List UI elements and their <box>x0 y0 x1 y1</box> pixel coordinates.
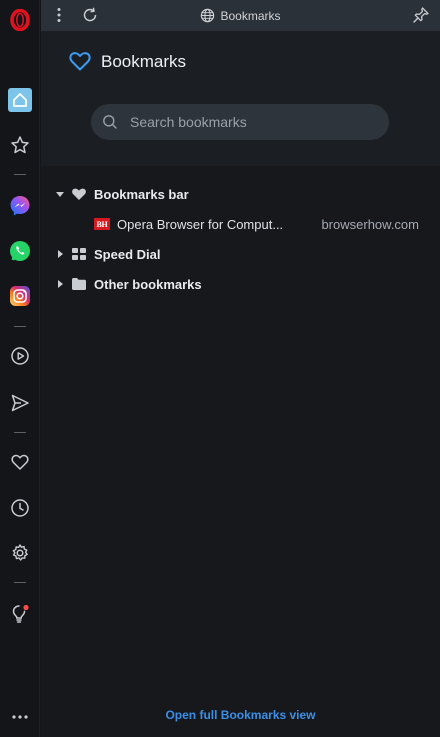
sidebar-separator <box>14 432 26 433</box>
folder-other-bookmarks[interactable]: Other bookmarks <box>41 270 440 298</box>
whatsapp-icon[interactable] <box>6 237 34 265</box>
instagram-icon[interactable] <box>6 282 34 310</box>
search-icon <box>103 115 117 129</box>
folder-label: Bookmarks bar <box>94 187 189 202</box>
folder-bookmarks-bar[interactable]: Bookmarks bar <box>41 180 440 208</box>
star-icon[interactable] <box>6 131 34 159</box>
send-icon[interactable] <box>6 389 34 417</box>
speed-dial-icon <box>72 248 86 260</box>
bookmarks-panel: Bookmarks Bookmarks Search bookmarks Boo… <box>41 0 440 737</box>
page-title: Bookmarks <box>101 52 187 71</box>
folder-speed-dial[interactable]: Speed Dial <box>41 240 440 268</box>
caret-right-icon[interactable] <box>55 249 65 259</box>
caret-right-icon[interactable] <box>55 279 65 289</box>
folder-icon <box>72 278 86 290</box>
bookmark-item[interactable]: BH Opera Browser for Comput... browserho… <box>41 210 440 238</box>
player-icon[interactable] <box>6 342 34 370</box>
bookmarks-heart-icon <box>68 50 92 77</box>
folder-label: Other bookmarks <box>94 277 202 292</box>
open-full-bookmarks-link[interactable]: Open full Bookmarks view <box>41 708 440 722</box>
search-input[interactable]: Search bookmarks <box>91 104 389 140</box>
settings-icon[interactable] <box>6 539 34 567</box>
heart-icon[interactable] <box>6 448 34 476</box>
folder-label: Speed Dial <box>94 247 161 262</box>
bookmark-title: Opera Browser for Comput... <box>117 217 284 232</box>
bookmark-favicon: BH <box>94 218 110 230</box>
search-placeholder: Search bookmarks <box>130 114 247 130</box>
sidebar-separator <box>14 174 26 175</box>
messenger-icon[interactable] <box>6 192 34 220</box>
sidebar <box>0 0 40 737</box>
lightbulb-icon[interactable] <box>6 600 34 628</box>
sidebar-separator <box>14 326 26 327</box>
heart-folder-icon <box>72 188 86 200</box>
more-horizontal-icon[interactable] <box>6 703 34 731</box>
caret-down-icon[interactable] <box>55 189 65 199</box>
opera-logo[interactable] <box>6 6 34 34</box>
bookmark-url: browserhow.com <box>321 217 419 232</box>
sidebar-separator <box>14 582 26 583</box>
history-icon[interactable] <box>6 494 34 522</box>
sidebar-home-icon[interactable] <box>6 86 34 114</box>
